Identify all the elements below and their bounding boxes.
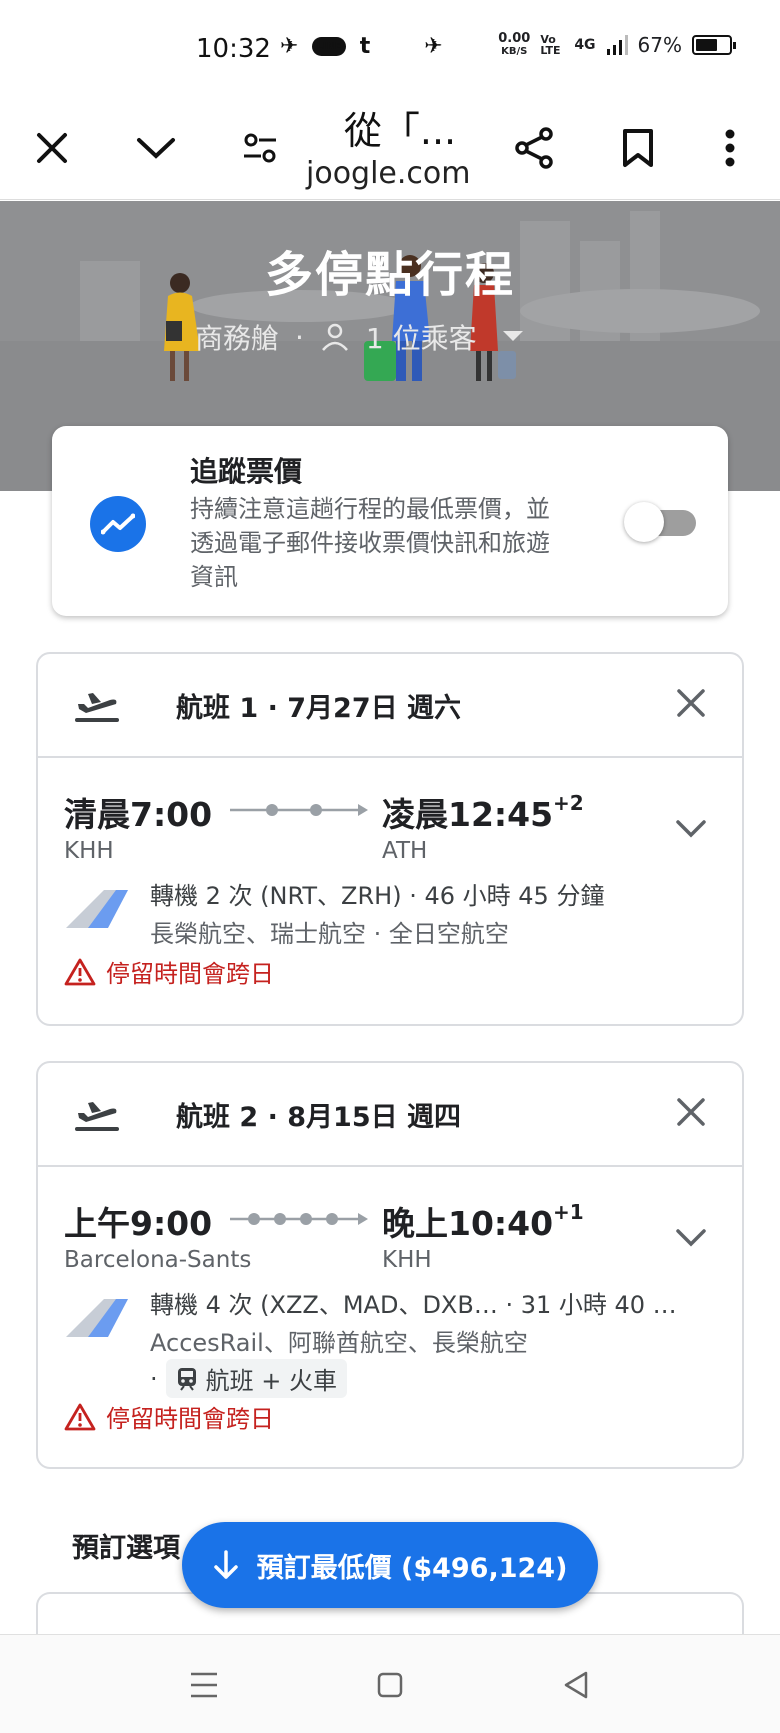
flight-header: 航班 2 · 8月15日 週四	[38, 1063, 742, 1167]
menu-icon	[191, 1672, 217, 1698]
route-line-icon	[230, 1213, 368, 1225]
passenger-count[interactable]: 1 位乘客	[366, 317, 477, 357]
page-title: 從「...	[343, 109, 457, 153]
toggle-knob	[624, 502, 664, 542]
booking-options-heading: 預訂選項	[72, 1533, 180, 1564]
back-button[interactable]	[556, 1665, 596, 1705]
route-line-icon	[230, 804, 368, 816]
stops-duration: 轉機 2 次 (NRT、ZRH) · 46 小時 45 分鐘	[150, 882, 605, 910]
track-prices-card: 追蹤票價 持續注意這趟行程的最低票價，並透過電子郵件接收票價快訊和旅遊資訊	[52, 426, 728, 616]
page-url[interactable]: joogle.com	[306, 156, 471, 191]
home-button[interactable]	[370, 1665, 410, 1705]
battery-icon	[692, 35, 736, 55]
flight-title: 航班 1 · 7月27日 週六	[176, 693, 462, 724]
flight-train-tag: · 航班 + 火車	[150, 1359, 348, 1398]
track-prices-toggle[interactable]	[620, 500, 700, 544]
departure-time: 上午9:00	[64, 1204, 213, 1243]
close-icon[interactable]	[676, 688, 706, 718]
net-speed: 0.00 KB/S	[498, 31, 531, 57]
notification-icons: ✈ LINE t ✈	[280, 34, 443, 59]
flight-title: 航班 2 · 8月15日 週四	[176, 1102, 462, 1133]
train-icon	[177, 1367, 196, 1391]
flight-train-chip: 航班 + 火車	[165, 1359, 348, 1398]
track-prices-description: 持續注意這趟行程的最低票價，並透過電子郵件接收票價快訊和旅遊資訊	[190, 495, 550, 591]
browser-toolbar: 從「... joogle.com	[0, 100, 780, 200]
close-icon	[37, 133, 67, 163]
trend-icon	[90, 496, 146, 552]
network-type: 4G	[574, 37, 596, 53]
book-lowest-price-button[interactable]: 預訂最低價 ($496,124)	[182, 1522, 598, 1608]
share-icon	[515, 127, 553, 169]
signal-icon	[606, 35, 628, 55]
warning-icon	[64, 1403, 96, 1430]
expand-chevron-icon[interactable]	[676, 820, 706, 838]
flight-card-1: 航班 1 · 7月27日 週六 清晨7:00 凌晨12:45+2 KHH ATH…	[36, 652, 744, 1026]
day-offset: +2	[553, 791, 584, 815]
day-offset: +1	[553, 1200, 584, 1224]
airline-logo-icon	[66, 890, 128, 928]
expand-chevron-icon[interactable]	[676, 1229, 706, 1247]
bookmark-button[interactable]	[608, 118, 668, 178]
arrival-time: 晚上10:40+1	[382, 1200, 584, 1243]
trip-type-title: 多停點行程	[264, 247, 515, 303]
takeoff-icon	[75, 1102, 119, 1131]
status-time: 10:32	[196, 34, 271, 64]
takeoff-icon	[75, 693, 119, 722]
airlines: 長榮航空、瑞士航空 · 全日空航空	[150, 920, 509, 948]
overnight-warning: 停留時間會跨日	[64, 954, 274, 989]
track-prices-title: 追蹤票價	[190, 455, 303, 488]
bookmark-icon	[623, 129, 653, 167]
more-vert-icon	[725, 129, 735, 167]
departure-airport: KHH	[64, 838, 114, 864]
arrival-time: 凌晨12:45+2	[382, 791, 584, 834]
close-tab-button[interactable]	[22, 118, 82, 178]
more-options-button[interactable]	[700, 118, 760, 178]
arrow-down-icon	[213, 1550, 238, 1579]
warning-icon	[64, 958, 96, 985]
flight-header: 航班 1 · 7月27日 週六	[38, 654, 742, 758]
arrival-airport: KHH	[382, 1247, 432, 1273]
tune-icon	[244, 133, 276, 163]
bird-app-icon: ✈	[280, 34, 299, 59]
share-button[interactable]	[504, 118, 564, 178]
plane-app-icon: ✈	[424, 34, 443, 59]
volte-icon: Vo LTE	[540, 33, 561, 57]
recent-apps-button[interactable]	[184, 1665, 224, 1705]
person-icon	[321, 323, 348, 351]
back-triangle-icon	[564, 1671, 588, 1699]
battery-percent: 67%	[637, 33, 682, 57]
arrival-airport: ATH	[382, 838, 428, 864]
battery-fill	[696, 39, 717, 51]
overnight-warning: 停留時間會跨日	[64, 1399, 274, 1434]
flight-card-2: 航班 2 · 8月15日 週四 上午9:00 晚上10:40+1 Barcelo…	[36, 1061, 744, 1469]
airlines: AccesRail、阿聯酋航空、長榮航空	[150, 1329, 528, 1357]
dropdown-arrow-icon[interactable]	[502, 331, 523, 343]
stops-duration: 轉機 4 次 (XZZ、MAD、DXB… · 31 小時 40 …	[150, 1291, 677, 1319]
status-indicators: 0.00 KB/S Vo LTE 4G 67%	[498, 31, 736, 58]
cabin-passenger-selector[interactable]: 商務艙 · 1 位乘客	[195, 317, 523, 357]
chevron-down-icon	[137, 138, 175, 159]
line-app-icon: LINE	[312, 37, 346, 56]
cabin-class[interactable]: 商務艙	[195, 317, 279, 357]
airline-logo-icon	[66, 1299, 128, 1337]
separator-dot: ·	[295, 320, 304, 354]
departure-station: Barcelona-Sants	[64, 1247, 252, 1273]
minimize-button[interactable]	[126, 118, 186, 178]
system-nav-bar	[0, 1634, 780, 1733]
page-settings-button[interactable]	[230, 118, 290, 178]
departure-time: 清晨7:00	[64, 795, 213, 834]
close-icon[interactable]	[676, 1097, 706, 1127]
status-bar: 10:32 ✈ LINE t ✈ 0.00 KB/S Vo LTE 4G 67%	[0, 0, 780, 100]
square-icon	[377, 1672, 403, 1698]
tumblr-app-icon: t	[359, 34, 371, 59]
